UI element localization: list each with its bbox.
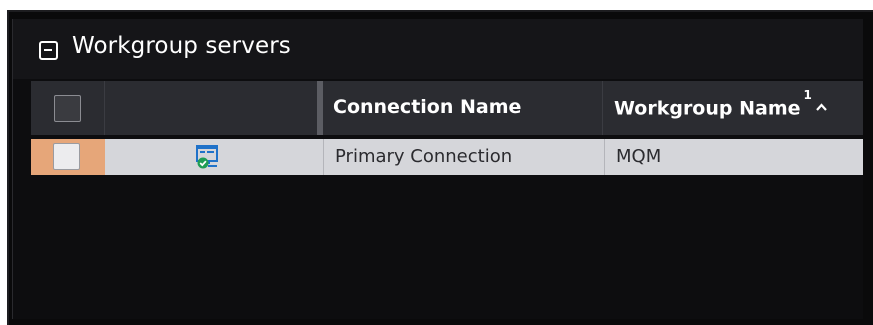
minus-square-icon[interactable] [39,41,58,60]
row-select-cell [31,139,105,175]
sort-ascending-icon [816,100,827,115]
panel-title-bar: Workgroup servers [13,19,863,79]
header-status-column[interactable] [106,81,317,135]
column-header-connection-name[interactable]: Connection Name [323,81,603,135]
workgroup-name-cell: MQM [604,139,863,175]
column-header-label: Connection Name [333,96,522,118]
table-row[interactable]: Primary Connection MQM [31,139,863,175]
connected-server-icon [195,145,219,169]
row-checkbox[interactable] [53,143,80,170]
connection-name-cell: Primary Connection [323,139,603,175]
sort-order-badge: 1 [803,88,812,102]
workgroup-servers-panel: Workgroup servers Connection Name Workgr… [12,19,863,319]
select-all-checkbox[interactable] [54,95,81,122]
column-header-text: Workgroup Name [614,97,801,120]
table-header-row: Connection Name Workgroup Name1 [31,81,863,135]
row-status-cell [106,139,317,175]
column-header-label: Workgroup Name1 [614,88,827,120]
column-header-workgroup-name[interactable]: Workgroup Name1 [604,81,863,135]
connection-name: Primary Connection [335,146,513,167]
panel-title: Workgroup servers [72,33,291,59]
workgroup-name: MQM [616,146,662,167]
header-select-column [31,81,105,135]
